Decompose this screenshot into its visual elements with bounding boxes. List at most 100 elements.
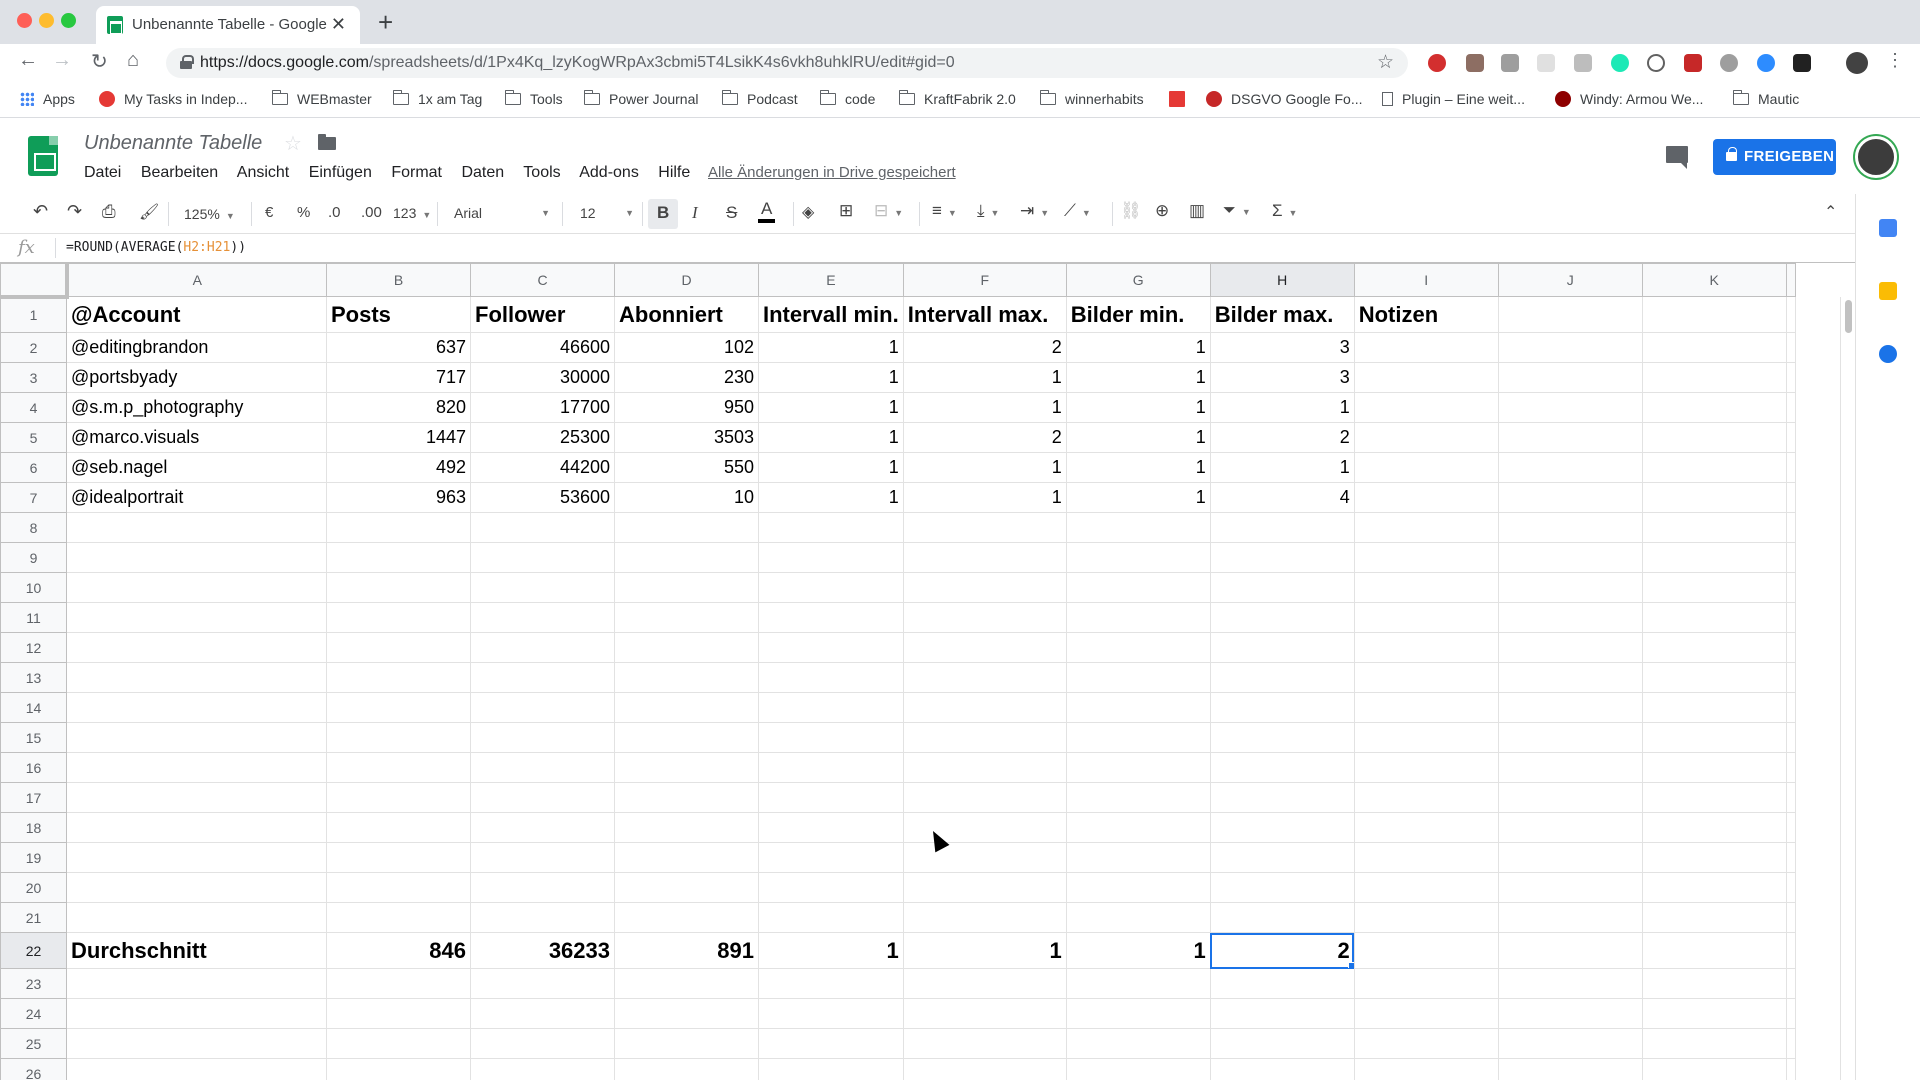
bookmark-podcast[interactable]: Podcast <box>721 90 798 107</box>
cell[interactable] <box>470 752 615 783</box>
cell[interactable] <box>66 662 327 693</box>
borders-icon[interactable]: ⊞ <box>839 201 853 221</box>
cell[interactable] <box>1353 332 1499 363</box>
cell[interactable]: 17700 <box>470 392 615 423</box>
row-header[interactable]: 6 <box>0 452 67 483</box>
cell[interactable]: 1 <box>902 452 1067 483</box>
cell[interactable]: 637 <box>326 332 471 363</box>
column-header[interactable]: E <box>758 263 904 297</box>
cell[interactable] <box>1353 572 1499 603</box>
star-document-icon[interactable]: ☆ <box>284 131 302 156</box>
cell[interactable]: 1 <box>1065 392 1211 423</box>
cell[interactable] <box>1353 482 1499 513</box>
cell[interactable] <box>1065 842 1211 873</box>
cell[interactable] <box>1497 998 1643 1029</box>
cell[interactable] <box>902 542 1067 573</box>
cell[interactable] <box>1353 722 1499 753</box>
cell[interactable]: Notizen <box>1353 296 1499 333</box>
cell[interactable] <box>902 722 1067 753</box>
decrease-decimal-button[interactable]: .0 <box>328 204 341 221</box>
cell[interactable] <box>1641 332 1787 363</box>
cell[interactable] <box>758 662 904 693</box>
menu-daten[interactable]: Daten <box>461 164 504 181</box>
cell[interactable] <box>902 602 1067 633</box>
cell[interactable]: 1 <box>902 362 1067 393</box>
cell[interactable] <box>1065 1028 1211 1059</box>
cell[interactable]: 1 <box>902 392 1067 423</box>
more-formats-select[interactable]: 123 ▼ <box>393 205 431 221</box>
cell[interactable]: Abonniert <box>614 296 759 333</box>
cell[interactable]: 102 <box>614 332 759 363</box>
cell[interactable] <box>1353 1058 1499 1080</box>
cloud-extension-icon[interactable] <box>1720 54 1738 72</box>
cell[interactable]: 1 <box>758 932 904 969</box>
cell[interactable]: 1 <box>1065 452 1211 483</box>
row-header[interactable]: 23 <box>0 968 67 999</box>
bookmark-tools[interactable]: Tools <box>504 90 563 107</box>
cell[interactable] <box>758 902 904 933</box>
cell[interactable] <box>614 572 759 603</box>
cell[interactable] <box>326 1058 471 1080</box>
cell[interactable] <box>1785 812 1796 843</box>
bookmark-dsgvo[interactable]: DSGVO Google Fo... <box>1206 91 1363 107</box>
cell[interactable] <box>1065 998 1211 1029</box>
insert-link-icon[interactable]: ⛓︎ <box>1120 201 1142 221</box>
cell[interactable] <box>1353 842 1499 873</box>
cell[interactable] <box>1497 296 1643 333</box>
cell[interactable]: 2 <box>1209 422 1355 453</box>
cell[interactable] <box>758 572 904 603</box>
cell[interactable] <box>1065 782 1211 813</box>
menu-bearbeiten[interactable]: Bearbeiten <box>141 164 218 181</box>
row-header[interactable]: 7 <box>0 482 67 513</box>
cell[interactable]: 1 <box>1065 332 1211 363</box>
insert-chart-icon[interactable]: ▥ <box>1189 201 1205 221</box>
cell[interactable]: 1 <box>902 932 1067 969</box>
cell[interactable] <box>66 752 327 783</box>
browser-menu-icon[interactable]: ⋮ <box>1886 50 1904 71</box>
row-header[interactable]: 14 <box>0 692 67 723</box>
cell[interactable] <box>1497 482 1643 513</box>
cell[interactable] <box>66 632 327 663</box>
cell[interactable] <box>902 1058 1067 1080</box>
cell[interactable] <box>66 782 327 813</box>
cell[interactable] <box>1497 932 1643 969</box>
italic-button[interactable]: I <box>692 203 698 223</box>
dropper-extension-icon[interactable] <box>1466 54 1484 72</box>
cell[interactable] <box>470 602 615 633</box>
cell[interactable] <box>1785 482 1796 513</box>
cell[interactable] <box>758 998 904 1029</box>
bookmark-star-icon[interactable]: ☆ <box>1377 51 1394 74</box>
text-wrap-icon[interactable]: ⇥ ▼ <box>1020 201 1049 221</box>
text-color-button[interactable]: A <box>758 199 776 223</box>
menu-format[interactable]: Format <box>391 164 442 181</box>
bookmark-apps[interactable]: Apps <box>20 91 75 107</box>
row-header[interactable]: 4 <box>0 392 67 423</box>
cell[interactable] <box>470 842 615 873</box>
cell[interactable] <box>66 602 327 633</box>
cell[interactable] <box>1353 422 1499 453</box>
cell[interactable] <box>1641 752 1787 783</box>
cell[interactable] <box>614 662 759 693</box>
cell[interactable] <box>1353 812 1499 843</box>
account-avatar[interactable] <box>1855 136 1897 178</box>
menu-datei[interactable]: Datei <box>84 164 121 181</box>
cell[interactable] <box>66 722 327 753</box>
cell[interactable] <box>326 692 471 723</box>
cell[interactable] <box>326 752 471 783</box>
profile-avatar-icon[interactable] <box>1846 52 1868 74</box>
cell[interactable] <box>1641 968 1787 999</box>
cell[interactable] <box>614 692 759 723</box>
cell[interactable] <box>902 692 1067 723</box>
column-header[interactable]: H <box>1209 263 1355 297</box>
cell[interactable]: 2 <box>902 332 1067 363</box>
cell[interactable]: @Account <box>66 296 327 333</box>
cell[interactable] <box>1209 1028 1355 1059</box>
cell[interactable]: @portsbyady <box>66 362 327 393</box>
insert-comment-icon[interactable]: ⊕ <box>1155 201 1169 221</box>
row-header[interactable]: 3 <box>0 362 67 393</box>
browser-tab[interactable]: Unbenannte Tabelle - Google T ✕ <box>96 6 360 44</box>
cell[interactable] <box>614 752 759 783</box>
cell[interactable] <box>1785 392 1796 423</box>
row-header[interactable]: 25 <box>0 1028 67 1059</box>
cell[interactable] <box>470 512 615 543</box>
